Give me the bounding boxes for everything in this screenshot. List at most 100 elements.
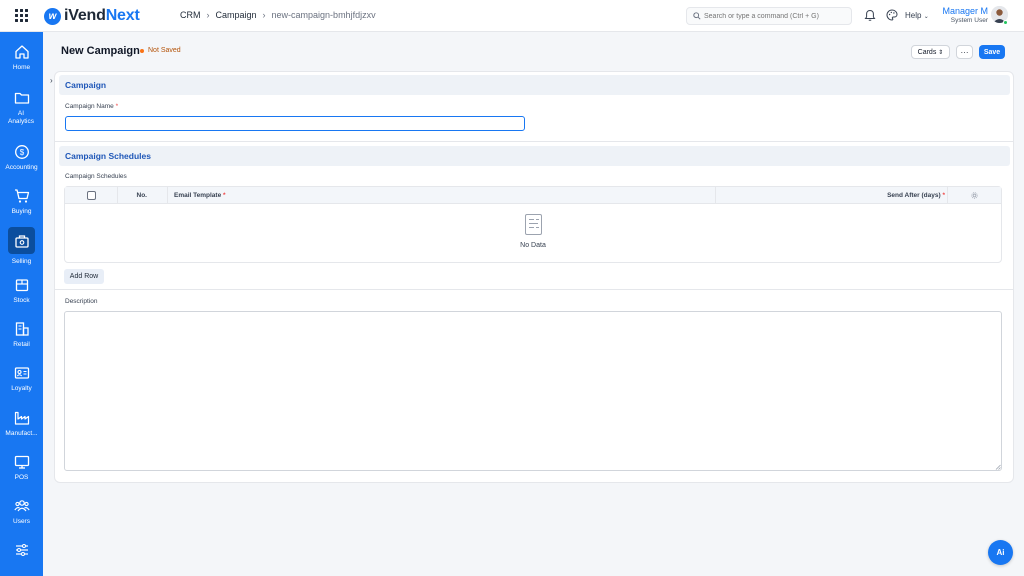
- sidebar-item-label: Manufact...: [5, 430, 38, 437]
- up-down-icon: ⇕: [938, 49, 944, 56]
- view-selector-button[interactable]: Cards ⇕: [911, 45, 950, 59]
- id-card-icon: [14, 367, 29, 379]
- logo-text-suffix: Next: [105, 7, 140, 24]
- folder-icon: [14, 92, 29, 104]
- chevron-right-icon: ›: [206, 10, 210, 20]
- sidebar-item-loyalty[interactable]: Loyalty: [0, 365, 43, 393]
- help-menu[interactable]: Help ⌄: [905, 11, 929, 20]
- more-actions-button[interactable]: ···: [956, 45, 973, 59]
- sidebar-item-label: Accounting: [5, 164, 38, 171]
- search-bar[interactable]: [686, 7, 852, 25]
- select-all-checkbox[interactable]: [86, 191, 96, 200]
- ai-assistant-button[interactable]: Ai: [988, 540, 1013, 565]
- description-label: Description: [65, 298, 98, 305]
- search-input[interactable]: [704, 12, 844, 20]
- select-all-cell: [65, 187, 118, 204]
- online-status-indicator: [1003, 20, 1008, 25]
- search-icon: [693, 12, 701, 20]
- campaign-schedules-label: Campaign Schedules: [65, 173, 127, 180]
- column-header-email-template: Email Template *: [168, 187, 716, 204]
- save-button[interactable]: Save: [979, 45, 1005, 59]
- status-dot-icon: [140, 48, 144, 53]
- column-header-send-after-text: Send After (days): [887, 192, 941, 199]
- sidebar-item-ai-analytics[interactable]: AI Analytics: [0, 90, 43, 126]
- dollar-icon: $: [14, 145, 29, 159]
- sidebar-item-pos[interactable]: POS: [0, 454, 43, 482]
- campaign-name-label: Campaign Name *: [65, 103, 118, 110]
- empty-document-icon: [525, 214, 542, 235]
- breadcrumb: CRM › Campaign › new-campaign-bmhjfdjzxv: [180, 10, 376, 20]
- cart-icon: [14, 189, 29, 203]
- required-mark: *: [942, 192, 945, 199]
- required-mark: *: [115, 103, 119, 110]
- column-header-send-after: Send After (days) *: [716, 187, 948, 204]
- sidebar-item-users[interactable]: Users: [0, 498, 43, 526]
- sidebar-item-selling[interactable]: Selling: [0, 227, 43, 266]
- sidebar: Home AI Analytics $ Accounting Buying Se…: [0, 32, 43, 576]
- campaign-schedules-table: No. Email Template * Send After (days) *…: [64, 186, 1002, 263]
- logo-text-prefix: iVend: [64, 7, 106, 24]
- resize-handle-icon[interactable]: [995, 464, 1001, 470]
- sidebar-item-label: Selling: [11, 258, 32, 265]
- user-role: System User: [950, 17, 988, 24]
- sidebar-item-retail[interactable]: Retail: [0, 321, 43, 349]
- sidebar-item-stock[interactable]: Stock: [0, 277, 43, 305]
- chevron-right-icon: ›: [262, 10, 266, 20]
- home-icon: [14, 45, 29, 59]
- sliders-icon: [15, 544, 28, 556]
- sidebar-item-label: Home: [12, 64, 31, 71]
- sidebar-item-label: POS: [14, 474, 29, 481]
- column-settings-cell: [948, 187, 1001, 204]
- retail-icon: [15, 322, 29, 336]
- notification-bell-icon[interactable]: [864, 9, 876, 22]
- monitor-icon: [14, 455, 29, 469]
- sidebar-item-label: Users: [13, 518, 30, 525]
- user-name: Manager M: [942, 6, 988, 16]
- breadcrumb-crm[interactable]: CRM: [180, 10, 201, 20]
- section-divider: [55, 141, 1013, 142]
- sidebar-item-accounting[interactable]: $ Accounting: [0, 144, 43, 172]
- empty-state-text: No Data: [520, 242, 546, 249]
- breadcrumb-campaign[interactable]: Campaign: [216, 10, 257, 20]
- sidebar-item-buying[interactable]: Buying: [0, 188, 43, 216]
- sidebar-item-settings[interactable]: [0, 542, 43, 558]
- sidebar-item-label: Stock: [13, 297, 30, 304]
- sidebar-item-manufacturing[interactable]: Manufact...: [0, 410, 43, 438]
- chevron-down-icon: ⌄: [923, 14, 929, 20]
- description-textarea[interactable]: [64, 311, 1002, 471]
- theme-palette-icon[interactable]: [886, 9, 898, 21]
- chevron-right-icon[interactable]: ›: [50, 76, 53, 85]
- section-divider: [55, 289, 1013, 290]
- sidebar-item-home[interactable]: Home: [0, 44, 43, 72]
- status-text: Not Saved: [148, 47, 181, 54]
- user-menu[interactable]: Manager M System User: [940, 6, 988, 24]
- users-icon: [13, 500, 30, 512]
- apps-grid-icon[interactable]: [15, 9, 28, 22]
- sidebar-item-label: Retail: [13, 341, 30, 348]
- campaign-name-label-text: Campaign Name: [65, 103, 114, 110]
- logo-mark-icon: w: [44, 7, 61, 25]
- top-navbar: w iVendNext CRM › Campaign › new-campaig…: [0, 0, 1024, 32]
- section-schedules-header[interactable]: Campaign Schedules: [59, 146, 1010, 166]
- factory-icon: [14, 411, 29, 425]
- page-title: New Campaign: [61, 45, 140, 57]
- gear-icon[interactable]: [971, 192, 978, 199]
- view-selector-label: Cards: [917, 48, 937, 56]
- column-header-no: No.: [118, 187, 168, 204]
- breadcrumb-current[interactable]: new-campaign-bmhjfdjzxv: [272, 10, 376, 20]
- svg-text:$: $: [19, 148, 24, 157]
- status-badge: Not Saved: [140, 47, 181, 54]
- help-label: Help: [905, 11, 922, 20]
- sidebar-item-label: Buying: [11, 208, 32, 215]
- app-logo[interactable]: w iVendNext: [44, 6, 140, 26]
- table-header: No. Email Template * Send After (days) *: [65, 187, 1001, 204]
- box-icon: [15, 279, 28, 292]
- required-mark: *: [223, 192, 226, 199]
- campaign-name-input[interactable]: [65, 116, 525, 131]
- selling-icon: [14, 234, 29, 248]
- sidebar-item-label: AI Analytics: [7, 110, 34, 125]
- section-campaign-header[interactable]: Campaign: [59, 75, 1010, 95]
- add-row-button[interactable]: Add Row: [64, 269, 104, 284]
- sidebar-item-label: Loyalty: [11, 385, 32, 392]
- column-header-email-template-text: Email Template: [174, 192, 222, 199]
